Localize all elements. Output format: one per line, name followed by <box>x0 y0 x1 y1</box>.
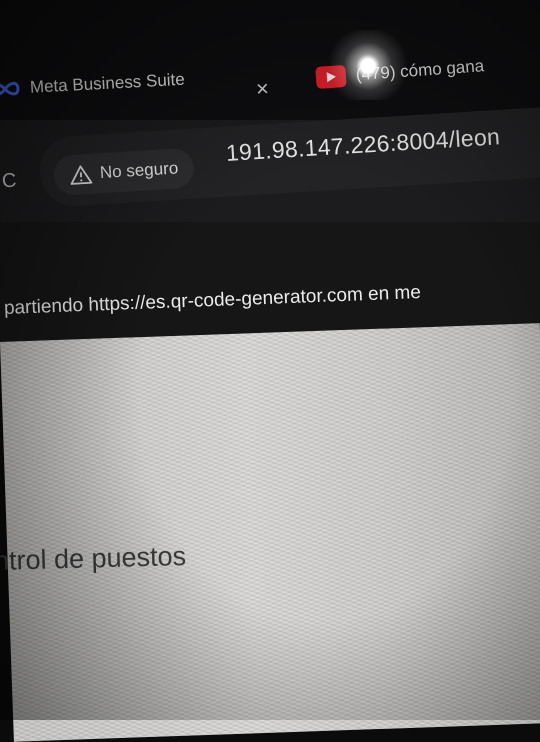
security-indicator[interactable]: No seguro <box>53 147 196 195</box>
meta-infinity-icon <box>0 77 23 101</box>
tab-title: (479) cómo gana <box>355 56 485 85</box>
reload-icon[interactable]: C <box>1 170 17 194</box>
youtube-icon <box>315 65 346 89</box>
page-title: ntrol de puestos <box>0 541 186 577</box>
warning-triangle-icon <box>69 164 92 185</box>
page-content <box>0 323 540 742</box>
tab-title: Meta Business Suite <box>29 70 185 98</box>
security-label: No seguro <box>99 158 179 183</box>
close-tab-icon[interactable]: × <box>255 76 269 103</box>
